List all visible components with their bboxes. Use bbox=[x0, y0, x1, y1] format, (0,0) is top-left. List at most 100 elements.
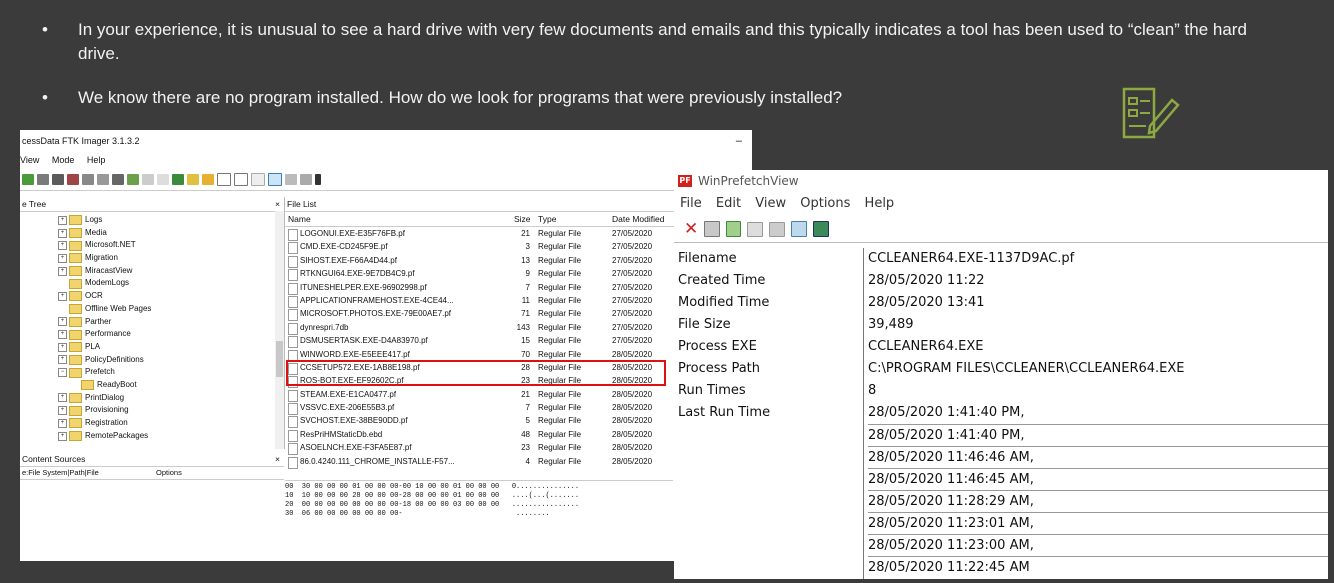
tree-item[interactable]: ModemLogs bbox=[58, 277, 151, 290]
menu-edit[interactable]: Edit bbox=[716, 196, 741, 211]
file-size: 7 bbox=[525, 403, 530, 413]
menu-file[interactable]: File bbox=[680, 196, 702, 211]
expand-icon[interactable]: + bbox=[58, 330, 67, 340]
hex-view-icon[interactable] bbox=[268, 172, 282, 186]
properties-icon[interactable] bbox=[769, 221, 786, 237]
save-icon[interactable] bbox=[704, 221, 721, 237]
scrollbar-thumb[interactable] bbox=[276, 341, 283, 377]
menu-help[interactable]: Help bbox=[865, 196, 895, 211]
expand-icon[interactable]: + bbox=[58, 266, 67, 276]
tree-item[interactable]: ReadyBoot bbox=[70, 379, 151, 392]
file-type: Regular File bbox=[538, 309, 582, 319]
menu-help[interactable]: Help bbox=[87, 155, 106, 165]
tree-item[interactable]: + Logs bbox=[58, 214, 151, 227]
evidence-tree-header: e Tree × bbox=[20, 197, 284, 212]
expand-icon[interactable]: + bbox=[58, 431, 67, 441]
expand-icon[interactable]: − bbox=[58, 368, 67, 378]
menu-view[interactable]: View bbox=[20, 155, 39, 165]
expand-icon[interactable]: + bbox=[58, 342, 67, 352]
menu-options[interactable]: Options bbox=[800, 196, 850, 211]
tree-item[interactable]: + Microsoft.NET bbox=[58, 239, 151, 252]
save-icon[interactable] bbox=[112, 173, 124, 185]
column-date[interactable]: Date Modified bbox=[612, 212, 664, 226]
bullet-text: In your experience, it is unusual to see… bbox=[78, 20, 1247, 63]
column-name[interactable]: Name bbox=[288, 212, 311, 226]
tree-item[interactable]: + PolicyDefinitions bbox=[58, 354, 151, 367]
expand-icon[interactable]: + bbox=[58, 253, 67, 263]
property-row: Process EXE CCLEANER64.EXE bbox=[674, 336, 1328, 358]
create-image-icon[interactable] bbox=[82, 173, 94, 185]
file-name: VSSVC.EXE-206E55B3.pf bbox=[300, 403, 395, 413]
tree-item[interactable]: Offline Web Pages bbox=[58, 303, 151, 316]
file-icon bbox=[288, 282, 298, 295]
export-hash-icon[interactable] bbox=[187, 173, 199, 185]
file-icon bbox=[288, 336, 298, 349]
verify-icon[interactable] bbox=[127, 173, 139, 185]
tree-item[interactable]: + Migration bbox=[58, 252, 151, 265]
last-run-value: 28/05/2020 11:46:45 AM, bbox=[868, 468, 1328, 491]
content-sources-pane: Content Sources × e:File System|Path|Fil… bbox=[20, 452, 284, 561]
expand-icon[interactable]: + bbox=[58, 228, 67, 238]
help-icon[interactable] bbox=[315, 173, 321, 185]
expand-icon[interactable]: + bbox=[58, 215, 67, 225]
add-all-icon[interactable] bbox=[37, 173, 49, 185]
tree-item[interactable]: + Performance bbox=[58, 328, 151, 341]
property-value: 28/05/2020 1:41:40 PM, bbox=[868, 405, 1025, 420]
menu-view[interactable]: View bbox=[755, 196, 786, 211]
detect-encryption-icon[interactable] bbox=[172, 173, 184, 185]
auto-view-icon[interactable] bbox=[300, 173, 312, 185]
remove-evidence-icon[interactable] bbox=[67, 173, 79, 185]
document-copy-icon[interactable] bbox=[234, 172, 248, 186]
tree-item[interactable]: − Prefetch bbox=[58, 366, 151, 379]
find-icon[interactable] bbox=[791, 221, 808, 237]
folder-icon bbox=[69, 392, 82, 403]
tree-item[interactable]: + PLA bbox=[58, 341, 151, 354]
column-size[interactable]: Size bbox=[514, 212, 531, 226]
file-size: 15 bbox=[521, 336, 530, 346]
tree-item[interactable]: + MiracastView bbox=[58, 265, 151, 278]
expand-icon[interactable]: + bbox=[58, 355, 67, 365]
expand-icon[interactable]: + bbox=[58, 241, 67, 251]
properties-table: Filename CCLEANER64.EXE-1137D9AC.pf Create… bbox=[674, 248, 1328, 578]
close-icon[interactable]: × bbox=[275, 452, 280, 466]
tree-item[interactable]: + Parther bbox=[58, 316, 151, 329]
expand-icon[interactable]: + bbox=[58, 291, 67, 301]
delete-icon[interactable]: ✕ bbox=[684, 219, 698, 239]
image-mounting-icon[interactable] bbox=[52, 173, 64, 185]
expand-icon[interactable]: + bbox=[58, 406, 67, 416]
file-date: 27/05/2020 bbox=[612, 242, 653, 252]
file-date: 27/05/2020 bbox=[612, 229, 653, 238]
obtain-files-icon[interactable] bbox=[157, 173, 169, 185]
hex-line: 20 00 00 00 00 00 00 00 00-18 00 00 00 0… bbox=[285, 501, 580, 509]
close-icon[interactable]: × bbox=[275, 197, 280, 211]
tree-item[interactable]: + OCR bbox=[58, 290, 151, 303]
export-icon[interactable] bbox=[97, 173, 109, 185]
key-icon[interactable] bbox=[202, 173, 214, 185]
tree-item[interactable]: + PrintDialog bbox=[58, 392, 151, 405]
tree-item[interactable]: + Media bbox=[58, 227, 151, 240]
text-view-icon[interactable] bbox=[251, 172, 265, 186]
minimize-button[interactable]: – bbox=[736, 130, 742, 152]
add-evidence-icon[interactable] bbox=[22, 173, 34, 185]
copy-icon[interactable] bbox=[747, 221, 764, 237]
menu-mode[interactable]: Mode bbox=[52, 155, 75, 165]
expand-icon[interactable]: + bbox=[58, 317, 67, 327]
document-icon[interactable] bbox=[217, 172, 231, 186]
expand-icon[interactable]: + bbox=[58, 418, 67, 428]
capture-memory-icon[interactable] bbox=[142, 173, 154, 185]
tree-item-label: Logs bbox=[85, 215, 103, 224]
property-row: Filename CCLEANER64.EXE-1137D9AC.pf bbox=[674, 248, 1328, 270]
tree-item[interactable]: + RemotePackages bbox=[58, 430, 151, 443]
file-type: Regular File bbox=[538, 282, 582, 292]
tree-scrollbar[interactable] bbox=[275, 211, 284, 449]
refresh-icon[interactable] bbox=[726, 221, 742, 237]
exit-icon[interactable] bbox=[813, 221, 830, 237]
column-type[interactable]: Type bbox=[538, 212, 556, 226]
tree-item[interactable]: + Registration bbox=[58, 417, 151, 430]
binary-view-icon[interactable] bbox=[285, 173, 297, 185]
folder-icon bbox=[69, 253, 82, 264]
file-type: Regular File bbox=[538, 242, 582, 252]
expand-icon[interactable]: + bbox=[58, 393, 67, 403]
file-size: 70 bbox=[521, 349, 530, 359]
tree-item[interactable]: + Provisioning bbox=[58, 404, 151, 417]
